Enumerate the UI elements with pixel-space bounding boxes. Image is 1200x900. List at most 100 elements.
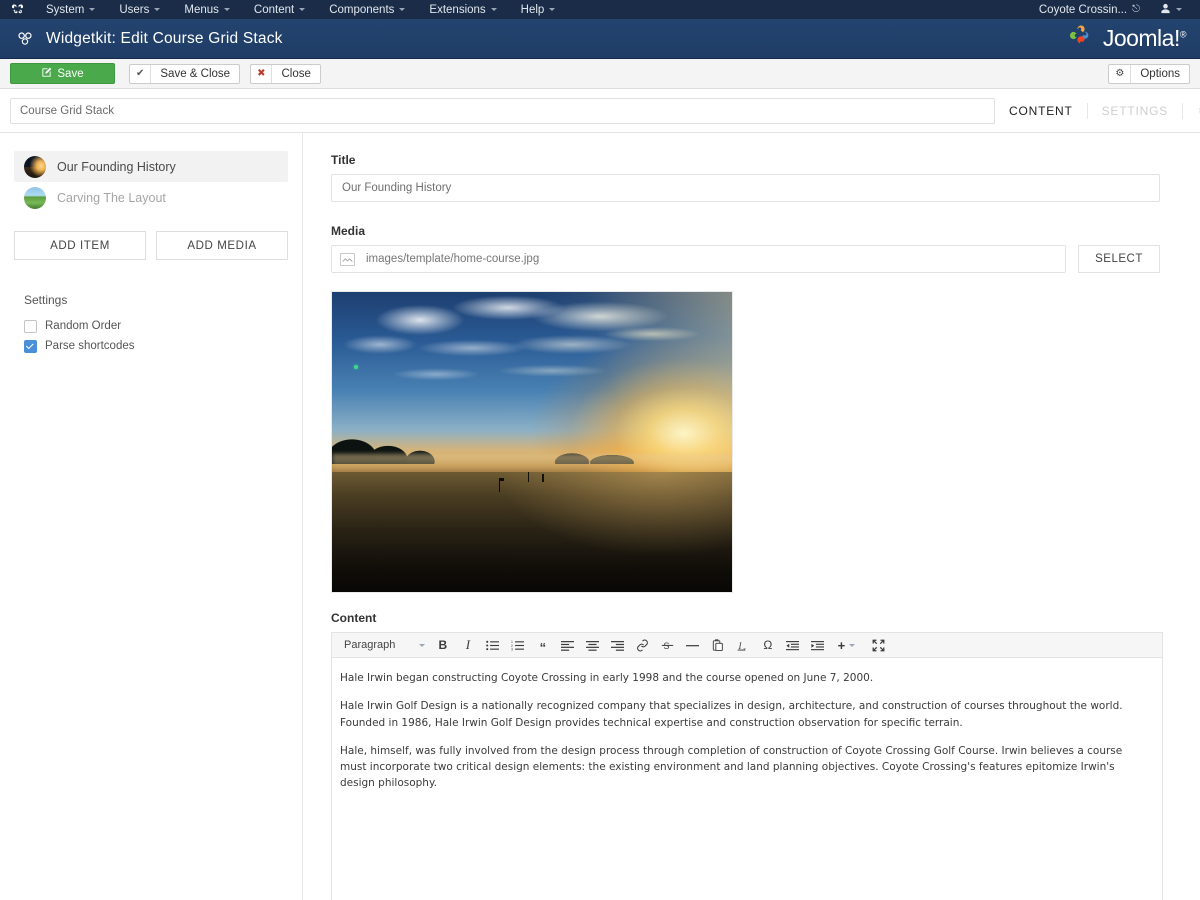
gear-outline-icon[interactable] (1183, 102, 1200, 120)
align-left-icon[interactable] (555, 635, 580, 656)
svg-text:3: 3 (511, 647, 513, 651)
settings-heading: Settings (24, 293, 68, 307)
add-buttons-row: ADD ITEM ADD MEDIA (14, 231, 288, 260)
media-field-label: Media (331, 224, 366, 238)
user-menu[interactable] (1150, 1, 1192, 19)
random-order-checkbox-row[interactable]: Random Order (24, 316, 288, 336)
title-field-label: Title (331, 153, 356, 167)
strikethrough-icon[interactable]: S (655, 635, 680, 656)
preview-flagstick (528, 472, 529, 482)
chevron-down-icon (299, 8, 306, 11)
editor-paragraph: Hale Irwin began constructing Coyote Cro… (340, 672, 874, 684)
page-title: Widgetkit: Edit Course Grid Stack (46, 29, 283, 47)
random-order-label: Random Order (45, 320, 122, 332)
content-field-label: Content (331, 611, 377, 625)
check-icon: ✔ (130, 64, 152, 83)
numbered-list-icon[interactable]: 123 (505, 635, 530, 656)
save-and-close-button[interactable]: ✔ Save & Close (129, 63, 241, 84)
parse-shortcodes-label: Parse shortcodes (45, 340, 135, 352)
media-input[interactable]: images/template/home-course.jpg (331, 245, 1066, 273)
menu-content[interactable]: Content (242, 2, 317, 18)
editor-body[interactable]: Hale Irwin began constructing Coyote Cro… (332, 658, 1162, 900)
save-and-close-label: Save & Close (160, 67, 231, 80)
link-icon[interactable] (630, 635, 655, 656)
site-name-link[interactable]: Coyote Crossin... ⎋ (1029, 2, 1150, 18)
tab-settings[interactable]: SETTINGS (1088, 104, 1182, 118)
main-area: Our Founding History Carving The Layout … (0, 133, 1200, 900)
bullet-list-icon[interactable] (480, 635, 505, 656)
align-center-icon[interactable] (580, 635, 605, 656)
admin-bar-right: Coyote Crossin... ⎋ (1029, 1, 1192, 19)
content-pane: Title Media images/template/home-course.… (303, 133, 1200, 900)
parse-shortcodes-checkbox[interactable] (24, 339, 37, 353)
chevron-down-icon (1176, 8, 1182, 11)
list-item-label: Our Founding History (57, 159, 176, 174)
menu-menus-label: Menus (184, 3, 219, 16)
horizontal-rule-icon[interactable] (680, 635, 705, 656)
save-button-label: Save (57, 67, 84, 80)
item-thumbnail-icon (24, 155, 46, 178)
format-select[interactable]: Paragraph (338, 635, 430, 656)
chevron-down-icon (154, 8, 161, 11)
clear-formatting-icon[interactable]: Ix (730, 635, 755, 656)
select-media-button[interactable]: SELECT (1078, 245, 1160, 273)
svg-text:I: I (738, 640, 743, 650)
close-button-label: Close (281, 67, 311, 80)
title-input[interactable] (331, 174, 1160, 202)
toolbar-right: ⚙ Options (1108, 63, 1190, 84)
indent-icon[interactable] (805, 635, 830, 656)
random-order-checkbox[interactable] (24, 319, 37, 333)
special-character-icon[interactable]: Ω (755, 635, 780, 656)
preview-flagstick (499, 478, 504, 492)
save-button[interactable]: Save (10, 63, 115, 84)
page-header: Widgetkit: Edit Course Grid Stack Joomla… (0, 19, 1200, 59)
external-link-icon: ⎋ (1132, 4, 1140, 15)
editor-paragraph: Hale, himself, was fully involved from t… (340, 744, 1123, 790)
menu-help[interactable]: Help (509, 2, 568, 18)
menu-extensions-label: Extensions (429, 3, 486, 16)
joomla-logo-icon (1066, 22, 1096, 55)
list-item[interactable]: Carving The Layout (14, 182, 288, 213)
media-preview-image (331, 291, 733, 593)
list-item[interactable]: Our Founding History (14, 151, 288, 182)
preview-lens-dot (354, 365, 358, 369)
menu-users[interactable]: Users (107, 2, 172, 18)
joomla-mark-icon[interactable] (8, 3, 26, 17)
pencil-square-icon (41, 67, 52, 81)
add-media-button[interactable]: ADD MEDIA (156, 231, 288, 260)
blockquote-icon[interactable]: “ (530, 635, 555, 656)
parse-shortcodes-checkbox-row[interactable]: Parse shortcodes (24, 336, 288, 356)
chevron-down-icon (399, 8, 406, 11)
menu-system[interactable]: System (34, 2, 107, 18)
menu-users-label: Users (119, 3, 150, 16)
admin-menu-items: System Users Menus Content Components Ex… (34, 2, 567, 18)
menu-help-label: Help (520, 3, 545, 16)
stack-name-input[interactable] (10, 97, 995, 124)
outdent-icon[interactable] (780, 635, 805, 656)
insert-more-icon[interactable]: + (830, 635, 862, 656)
menu-extensions[interactable]: Extensions (417, 2, 508, 18)
bold-icon[interactable]: B (430, 635, 455, 656)
editor-paragraph: Hale Irwin Golf Design is a nationally r… (340, 700, 1123, 729)
menu-system-label: System (46, 3, 85, 16)
editor-toolbar: Paragraph B I 123 “ I x Ω + (332, 633, 1162, 658)
chevron-down-icon (549, 8, 556, 11)
menu-components[interactable]: Components (317, 2, 417, 18)
paste-icon[interactable] (705, 635, 730, 656)
format-select-label: Paragraph (344, 639, 396, 651)
italic-icon[interactable]: I (455, 635, 480, 656)
add-item-button[interactable]: ADD ITEM (14, 231, 146, 260)
stack-name-bar: CONTENT SETTINGS (0, 89, 1200, 133)
close-button[interactable]: ✖ Close (250, 63, 321, 84)
widgetkit-icon (14, 28, 36, 50)
chevron-down-icon (490, 8, 497, 11)
menu-menus[interactable]: Menus (172, 2, 242, 18)
media-row: images/template/home-course.jpg SELECT (331, 245, 1160, 273)
align-right-icon[interactable] (605, 635, 630, 656)
admin-menu-bar: System Users Menus Content Components Ex… (0, 0, 1200, 19)
fullscreen-icon[interactable] (866, 635, 891, 656)
options-button-label: Options (1140, 67, 1180, 80)
preview-fairway (332, 472, 732, 592)
tab-content[interactable]: CONTENT (995, 104, 1087, 118)
options-button[interactable]: ⚙ Options (1108, 63, 1190, 84)
